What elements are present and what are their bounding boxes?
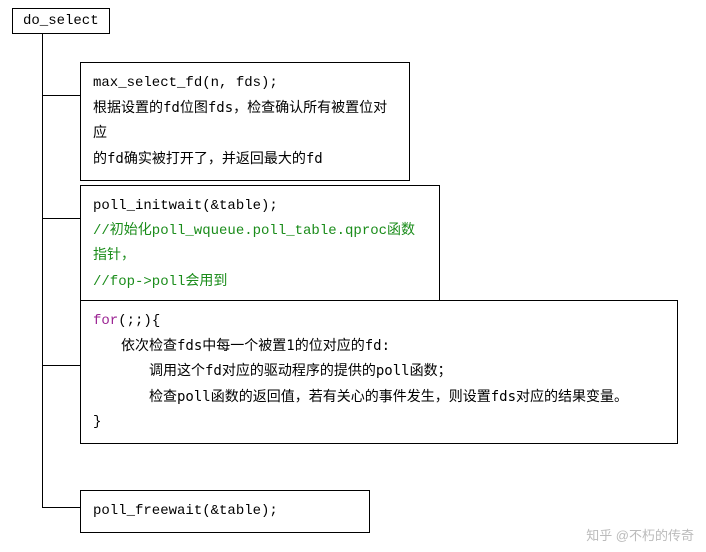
connector-1	[42, 95, 80, 96]
tree-trunk	[42, 33, 43, 507]
for-keyword: for	[93, 313, 118, 329]
code-poll-freewait: poll_freewait(&table);	[93, 499, 357, 524]
code-poll-initwait: poll_initwait(&table);	[93, 194, 427, 219]
node-poll-initwait: poll_initwait(&table); //初始化poll_wqueue.…	[80, 185, 440, 304]
node-max-select-fd: max_select_fd(n, fds); 根据设置的fd位图fds，检查确认…	[80, 62, 410, 181]
root-node: do_select	[12, 8, 110, 34]
for-rest: (;;){	[118, 313, 160, 329]
connector-3	[42, 365, 80, 366]
node-poll-freewait: poll_freewait(&table);	[80, 490, 370, 533]
comment-line-2: //fop->poll会用到	[93, 270, 427, 295]
connector-2	[42, 218, 80, 219]
watermark: 知乎 @不朽的传奇	[586, 525, 694, 544]
comment-line-1: //初始化poll_wqueue.poll_table.qproc函数指针，	[93, 219, 427, 269]
for-close: }	[93, 410, 665, 435]
for-open: for(;;){	[93, 309, 665, 334]
for-body-1: 依次检查fds中每一个被置1的位对应的fd:	[93, 334, 665, 359]
code-max-select-fd: max_select_fd(n, fds);	[93, 71, 397, 96]
connector-4	[42, 507, 80, 508]
desc-line-1: 根据设置的fd位图fds，检查确认所有被置位对应	[93, 96, 397, 146]
root-label: do_select	[23, 13, 99, 29]
for-body-2: 调用这个fd对应的驱动程序的提供的poll函数；	[93, 359, 665, 384]
desc-line-2: 的fd确实被打开了，并返回最大的fd	[93, 147, 397, 172]
for-body-3: 检查poll函数的返回值，若有关心的事件发生，则设置fds对应的结果变量。	[93, 385, 665, 410]
node-for-loop: for(;;){ 依次检查fds中每一个被置1的位对应的fd: 调用这个fd对应…	[80, 300, 678, 444]
